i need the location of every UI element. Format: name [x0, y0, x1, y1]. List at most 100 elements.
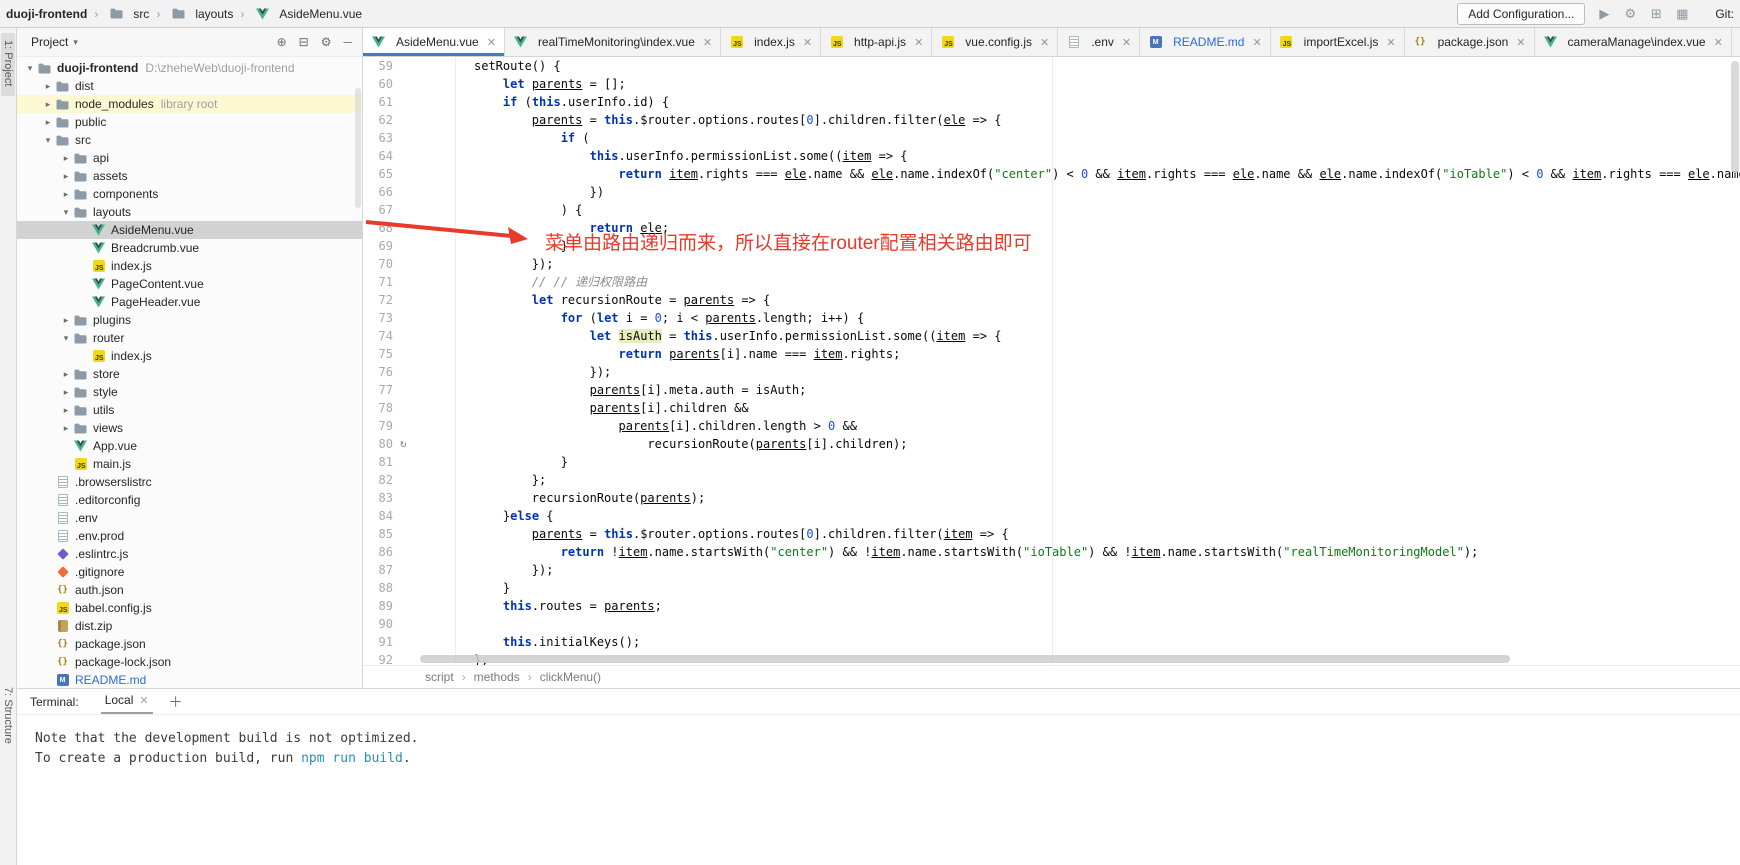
code-line[interactable]: ) {	[474, 201, 1740, 219]
line-number[interactable]: 59	[363, 57, 393, 75]
line-number[interactable]: 69	[363, 237, 393, 255]
tool-stripe-structure-button[interactable]: 7: Structure	[1, 681, 15, 753]
tree-item[interactable]: AsideMenu.vue	[17, 221, 362, 239]
code-line[interactable]: if (this.userInfo.id) {	[474, 93, 1740, 111]
tree-item[interactable]: JSmain.js	[17, 455, 362, 473]
line-number[interactable]: 85	[363, 525, 393, 543]
line-number[interactable]: 80	[363, 435, 393, 453]
code-line[interactable]: let isAuth = this.userInfo.permissionLis…	[474, 327, 1740, 345]
line-number[interactable]: 68	[363, 219, 393, 237]
editor-tab[interactable]: JSimportExcel.js✕	[1271, 28, 1405, 56]
code-line[interactable]: // // 递归权限路由	[474, 273, 1740, 291]
line-number[interactable]: 86	[363, 543, 393, 561]
tree-item[interactable]: {}package.json	[17, 635, 362, 653]
tree-item[interactable]: .browserslistrc	[17, 473, 362, 491]
code-line[interactable]: this.userInfo.permissionList.some((item …	[474, 147, 1740, 165]
grid-icon[interactable]: ▦	[1673, 6, 1691, 22]
tree-expand-icon[interactable]: ▸	[59, 423, 73, 434]
hide-icon[interactable]: ─	[343, 35, 352, 49]
line-number[interactable]: 87	[363, 561, 393, 579]
code-line[interactable]: }	[474, 453, 1740, 471]
tree-item[interactable]: ▸api	[17, 149, 362, 167]
tree-expand-icon[interactable]: ▸	[41, 117, 55, 128]
code-line[interactable]: parents[i].children.length > 0 &&	[474, 417, 1740, 435]
breadcrumb-item[interactable]: src	[87, 7, 149, 21]
close-tab-icon[interactable]: ✕	[1714, 36, 1723, 49]
tree-expand-icon[interactable]: ▸	[41, 99, 55, 110]
breadcrumb-item[interactable]: layouts	[149, 7, 233, 21]
line-number[interactable]: 92	[363, 651, 393, 669]
code-line[interactable]: for (let i = 0; i < parents.length; i++)…	[474, 309, 1740, 327]
tree-item[interactable]: ▾layouts	[17, 203, 362, 221]
tree-collapse-icon[interactable]: ▾	[59, 207, 73, 218]
breadcrumb-item[interactable]: duoji-frontend	[6, 7, 87, 21]
breadcrumb-methods[interactable]: methods	[454, 670, 520, 684]
code-line[interactable]: });	[474, 255, 1740, 273]
tree-item[interactable]: ▸utils	[17, 401, 362, 419]
tree-item[interactable]: dist.zip	[17, 617, 362, 635]
line-number[interactable]: 76	[363, 363, 393, 381]
line-number[interactable]: 84	[363, 507, 393, 525]
code-line[interactable]: if (	[474, 129, 1740, 147]
tree-item[interactable]: PageHeader.vue	[17, 293, 362, 311]
editor-tab[interactable]: JShttp-api.js✕	[821, 28, 932, 56]
tree-item[interactable]: JSbabel.config.js	[17, 599, 362, 617]
tree-item[interactable]: {}auth.json	[17, 581, 362, 599]
editor-tab[interactable]: MREADME.md✕	[1140, 28, 1271, 56]
tree-item[interactable]: ▸node_moduleslibrary root	[17, 95, 362, 113]
code-line[interactable]: }else {	[474, 507, 1740, 525]
line-number[interactable]: 88	[363, 579, 393, 597]
line-number[interactable]: 77	[363, 381, 393, 399]
new-terminal-session-button[interactable]: ＋	[169, 692, 183, 712]
run-icon[interactable]: ▶	[1595, 6, 1613, 22]
line-number[interactable]: 63	[363, 129, 393, 147]
add-configuration-button[interactable]: Add Configuration...	[1457, 3, 1585, 25]
locate-icon[interactable]: ⊕	[277, 35, 287, 49]
line-number[interactable]: 75	[363, 345, 393, 363]
code-area[interactable]: setRoute() { let parents = []; if (this.…	[456, 57, 1740, 665]
tree-item[interactable]: JSindex.js	[17, 257, 362, 275]
tree-item[interactable]: ▸public	[17, 113, 362, 131]
tree-item[interactable]: App.vue	[17, 437, 362, 455]
code-line[interactable]: let parents = [];	[474, 75, 1740, 93]
editor-tab[interactable]: realTimeMonitoring\index.vue✕	[505, 28, 721, 56]
close-tab-icon[interactable]: ✕	[803, 36, 812, 49]
terminal-tab-local[interactable]: Local ✕	[101, 689, 153, 714]
close-tab-icon[interactable]: ✕	[1252, 36, 1261, 49]
recursive-call-icon[interactable]: ↻	[400, 435, 407, 453]
tree-item[interactable]: ▸style	[17, 383, 362, 401]
code-line[interactable]: recursionRoute(parents);	[474, 489, 1740, 507]
editor-tab[interactable]: .env✕	[1058, 28, 1140, 56]
tool-stripe-project-button[interactable]: 1: Project	[1, 33, 15, 96]
code-line[interactable]: parents = this.$router.options.routes[0]…	[474, 525, 1740, 543]
line-number[interactable]: 72	[363, 291, 393, 309]
tree-item[interactable]: JSindex.js	[17, 347, 362, 365]
code-editor[interactable]: 5960616263646566676869707172737475767778…	[363, 57, 1740, 665]
code-line[interactable]: return !item.name.startsWith("center") &…	[474, 543, 1740, 561]
code-line[interactable]: return parents[i].name === item.rights;	[474, 345, 1740, 363]
code-line[interactable]: });	[474, 561, 1740, 579]
line-number[interactable]: 71	[363, 273, 393, 291]
line-number[interactable]: 90	[363, 615, 393, 633]
code-line[interactable]: })	[474, 183, 1740, 201]
close-tab-icon[interactable]: ✕	[1386, 36, 1395, 49]
close-tab-icon[interactable]: ✕	[1040, 36, 1049, 49]
tree-item[interactable]: .env	[17, 509, 362, 527]
line-number[interactable]: 66	[363, 183, 393, 201]
editor-tab[interactable]: AsideMenu.vue✕	[363, 28, 505, 56]
tree-expand-icon[interactable]: ▸	[59, 405, 73, 416]
tree-item[interactable]: ▸store	[17, 365, 362, 383]
breadcrumb-script[interactable]: script	[425, 670, 454, 684]
line-number[interactable]: 61	[363, 93, 393, 111]
line-number[interactable]: 65	[363, 165, 393, 183]
collapse-all-icon[interactable]: ⊟	[299, 35, 309, 49]
tree-expand-icon[interactable]: ▸	[59, 387, 73, 398]
tree-item[interactable]: .env.prod	[17, 527, 362, 545]
close-tab-icon[interactable]: ✕	[914, 36, 923, 49]
tree-expand-icon[interactable]: ▸	[59, 189, 73, 200]
line-number[interactable]: 82	[363, 471, 393, 489]
tree-expand-icon[interactable]: ▸	[59, 369, 73, 380]
line-number[interactable]: 67	[363, 201, 393, 219]
tree-item[interactable]: MREADME.md	[17, 671, 362, 688]
project-scrollbar[interactable]	[355, 88, 361, 208]
